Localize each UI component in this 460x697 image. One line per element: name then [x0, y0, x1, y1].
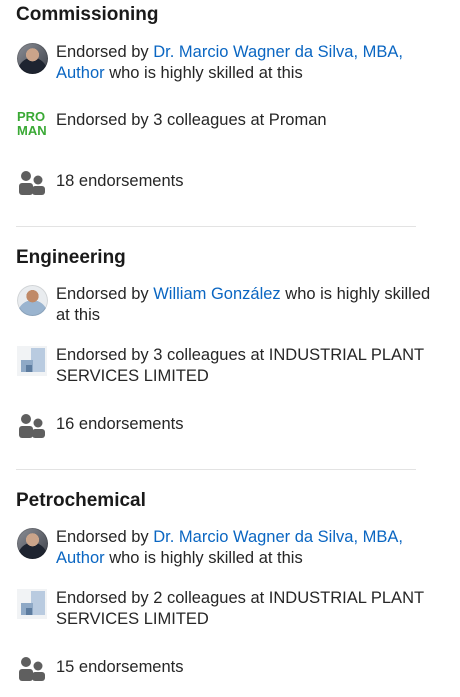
company-logo-icon [16, 588, 48, 620]
endorsement-count[interactable]: 16 endorsements [56, 414, 184, 435]
svg-text:PRO: PRO [17, 109, 45, 124]
skill-title: Petrochemical [16, 490, 146, 511]
endorsement-count-row[interactable]: 18 endorsements [16, 167, 446, 199]
people-icon [16, 410, 48, 442]
avatar[interactable] [16, 284, 48, 316]
endorser-text: Endorsed by William González who is high… [56, 284, 446, 326]
endorser-name-link[interactable]: William González [153, 285, 280, 303]
endorser-row[interactable]: Endorsed by Dr. Marcio Wagner da Silva, … [16, 42, 446, 84]
divider [16, 469, 416, 470]
endorsement-count[interactable]: 18 endorsements [56, 171, 184, 192]
avatar[interactable] [16, 42, 48, 74]
divider [16, 226, 416, 227]
skill-title: Commissioning [16, 4, 159, 25]
endorser-suffix: who is highly skilled at this [104, 64, 303, 82]
endorser-row[interactable]: Endorsed by William González who is high… [16, 284, 446, 326]
endorsement-count-row[interactable]: 15 endorsements [16, 653, 446, 685]
endorser-prefix: Endorsed by [56, 285, 154, 303]
colleagues-text: Endorsed by 2 colleagues at INDUSTRIAL P… [56, 589, 424, 628]
colleagues-text: Endorsed by 3 colleagues at INDUSTRIAL P… [56, 346, 424, 385]
endorsement-count-row[interactable]: 16 endorsements [16, 410, 446, 442]
people-icon [16, 167, 48, 199]
endorser-row[interactable]: Endorsed by Dr. Marcio Wagner da Silva, … [16, 527, 446, 569]
skill-title: Engineering [16, 247, 126, 268]
endorser-prefix: Endorsed by [56, 528, 154, 546]
avatar[interactable] [16, 527, 48, 559]
people-icon [16, 653, 48, 685]
proman-logo-icon: PRO MAN [16, 107, 48, 139]
endorser-text: Endorsed by Dr. Marcio Wagner da Silva, … [56, 42, 446, 84]
colleagues-row[interactable]: Endorsed by 3 colleagues at INDUSTRIAL P… [16, 345, 446, 387]
endorsement-count[interactable]: 15 endorsements [56, 657, 184, 678]
endorser-prefix: Endorsed by [56, 43, 154, 61]
svg-text:MAN: MAN [17, 123, 47, 137]
company-logo-icon [16, 345, 48, 377]
colleagues-text: Endorsed by 3 colleagues at Proman [56, 111, 327, 129]
endorser-suffix: who is highly skilled at this [104, 549, 303, 567]
colleagues-row[interactable]: PRO MAN Endorsed by 3 colleagues at Prom… [16, 107, 446, 139]
endorser-text: Endorsed by Dr. Marcio Wagner da Silva, … [56, 527, 446, 569]
colleagues-row[interactable]: Endorsed by 2 colleagues at INDUSTRIAL P… [16, 588, 446, 630]
